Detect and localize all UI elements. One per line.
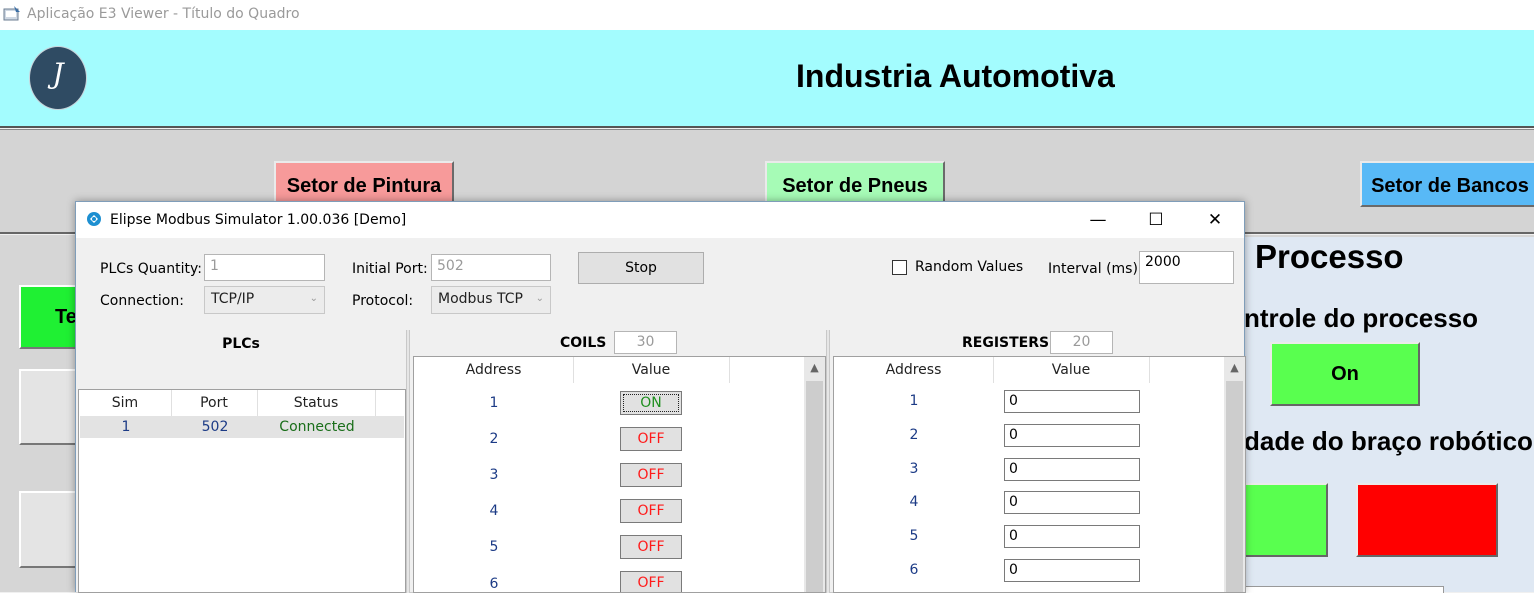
coil-toggle-button[interactable]: OFF	[620, 535, 682, 559]
close-icon[interactable]: ✕	[1186, 202, 1244, 238]
plcs-quantity-label: PLCs Quantity:	[100, 261, 202, 277]
register-value-input[interactable]: 0	[1004, 424, 1140, 447]
register-value-input[interactable]: 0	[1004, 525, 1140, 548]
connection-select[interactable]: TCP/IP ⌄	[204, 286, 325, 314]
setor-bancos-button[interactable]: Setor de Bancos	[1360, 161, 1534, 207]
company-logo: J	[29, 46, 87, 110]
plcs-section-title: PLCs	[222, 336, 260, 352]
random-values-checkbox[interactable]	[892, 260, 907, 275]
simulator-app-icon	[86, 211, 102, 227]
registers-count-input[interactable]: 20	[1050, 331, 1113, 354]
register-value-input[interactable]: 0	[1004, 390, 1140, 413]
coil-toggle-button[interactable]: OFF	[620, 571, 682, 592]
protocol-label: Protocol:	[352, 293, 414, 309]
register-value-input[interactable]: 0	[1004, 559, 1140, 582]
header-band	[0, 30, 1534, 126]
speed-red-button[interactable]	[1356, 483, 1498, 557]
column-header-value[interactable]: Value	[573, 357, 730, 383]
coil-address: 5	[489, 539, 499, 555]
coil-address: 1	[489, 395, 499, 411]
logo-letter: J	[52, 57, 64, 90]
vertical-scrollbar[interactable]: ▲	[804, 357, 825, 592]
register-address: 2	[909, 427, 919, 443]
scrollbar-thumb[interactable]	[1226, 381, 1243, 592]
maximize-icon[interactable]: ☐	[1127, 202, 1185, 238]
column-header-port[interactable]: Port	[171, 390, 258, 416]
coil-toggle-button[interactable]: OFF	[620, 499, 682, 523]
coil-toggle-button[interactable]: OFF	[620, 427, 682, 451]
coils-label: COILS	[560, 335, 607, 351]
plc-port-cell: 502	[201, 419, 229, 435]
register-address: 4	[909, 494, 919, 510]
registers-label: REGISTERS	[962, 335, 1050, 351]
stop-button[interactable]: Stop	[578, 252, 704, 284]
connection-label: Connection:	[100, 293, 184, 309]
pane-splitter[interactable]	[406, 330, 410, 593]
coil-toggle-button[interactable]: ON	[620, 391, 682, 415]
plc-sim-cell: 1	[121, 419, 131, 435]
register-address: 1	[909, 393, 919, 409]
left-action-button[interactable]: Te	[19, 285, 79, 349]
initial-port-label: Initial Port:	[352, 261, 428, 277]
process-panel-title: Processo	[1255, 238, 1404, 275]
registers-table: Address Value 1 0 2 0 3 0 4 0 5 0 6 0 ▲	[833, 356, 1246, 593]
modbus-simulator-window: Elipse Modbus Simulator 1.00.036 [Demo] …	[75, 201, 1246, 593]
column-header-value[interactable]: Value	[993, 357, 1150, 383]
table-row[interactable]: 1 502 Connected	[80, 416, 404, 438]
register-address: 3	[909, 461, 919, 477]
vertical-scrollbar[interactable]: ▲	[1224, 357, 1245, 592]
interval-label: Interval (ms):	[1048, 261, 1143, 277]
coil-address: 2	[489, 431, 499, 447]
left-action-button[interactable]	[19, 491, 79, 568]
register-address: 6	[909, 562, 919, 578]
random-values-label: Random Values	[915, 259, 1024, 275]
coil-toggle-button[interactable]: OFF	[620, 463, 682, 487]
column-header-sim[interactable]: Sim	[79, 390, 172, 416]
coils-count-input[interactable]: 30	[614, 331, 677, 354]
coil-address: 3	[489, 467, 499, 483]
coil-address: 4	[489, 503, 499, 519]
column-header-address[interactable]: Address	[834, 357, 994, 383]
initial-port-input[interactable]: 502	[431, 254, 551, 281]
register-address: 5	[909, 528, 919, 544]
register-value-input[interactable]: 0	[1004, 458, 1140, 481]
minimize-icon[interactable]: —	[1069, 202, 1127, 238]
left-action-button[interactable]	[19, 369, 79, 445]
page-title: Industria Automotiva	[796, 58, 1115, 94]
pane-splitter[interactable]	[826, 330, 830, 593]
focus-rect	[623, 394, 679, 412]
speed-green-button[interactable]	[1244, 483, 1328, 557]
scroll-up-icon[interactable]: ▲	[804, 361, 825, 374]
interval-input[interactable]: 2000	[1139, 251, 1234, 284]
scroll-up-icon[interactable]: ▲	[1224, 361, 1245, 374]
chevron-down-icon: ⌄	[309, 293, 318, 304]
divider	[0, 126, 1534, 128]
column-header-address[interactable]: Address	[414, 357, 574, 383]
protocol-select[interactable]: Modbus TCP ⌄	[431, 286, 551, 314]
robot-speed-label: dade do braço robótico	[1244, 426, 1533, 456]
scrollbar-thumb[interactable]	[806, 381, 823, 592]
chevron-down-icon: ⌄	[535, 293, 544, 304]
column-header-status[interactable]: Status	[257, 390, 376, 416]
plcs-quantity-input[interactable]: 1	[204, 254, 325, 281]
app-window-title: Aplicação E3 Viewer - Título do Quadro	[27, 6, 300, 22]
process-control-label: ntrole do processo	[1244, 303, 1479, 333]
app-icon	[3, 5, 21, 23]
simulator-title: Elipse Modbus Simulator 1.00.036 [Demo]	[110, 212, 407, 228]
plcs-table: Sim Port Status 1 502 Connected	[78, 389, 406, 593]
connection-value: TCP/IP	[211, 291, 255, 307]
plc-status-cell: Connected	[279, 419, 355, 435]
coils-table: Address Value 1 ON 2 OFF 3 OFF 4 OFF 5 O…	[413, 356, 826, 593]
protocol-value: Modbus TCP	[438, 291, 523, 307]
coil-address: 6	[489, 576, 499, 592]
process-on-button[interactable]: On	[1270, 342, 1420, 406]
register-value-input[interactable]: 0	[1004, 491, 1140, 514]
